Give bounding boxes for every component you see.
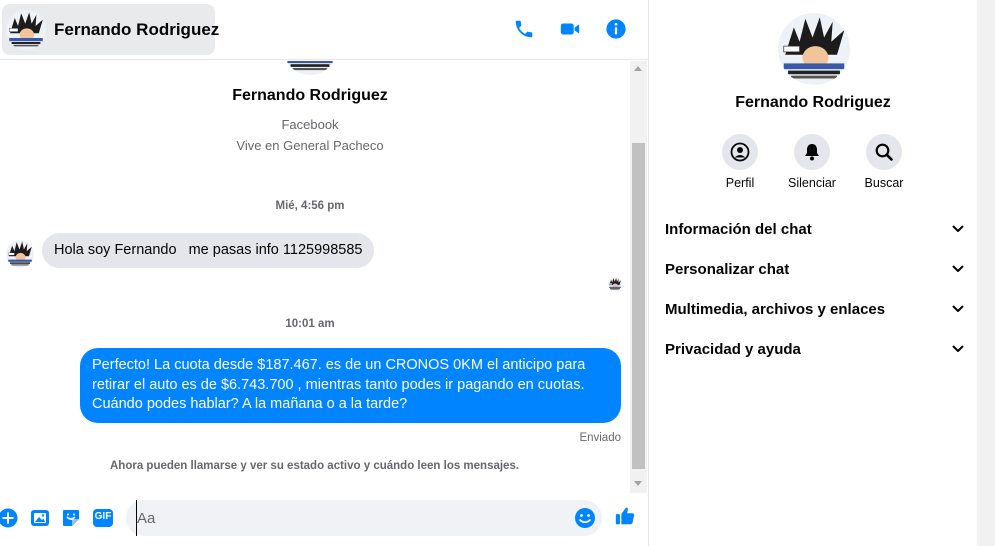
outgoing-message[interactable]: Perfecto! La cuota desde $187.467. es de… xyxy=(80,348,621,423)
intro-avatar xyxy=(283,61,337,75)
action-label: Silenciar xyxy=(788,176,836,190)
contact-chip[interactable]: Fernando Rodriguez xyxy=(2,4,219,55)
profile-icon[interactable] xyxy=(722,134,758,170)
plus-icon[interactable] xyxy=(0,507,19,529)
profile-name: Fernando Rodriguez xyxy=(735,94,891,111)
timestamp: 10:01 am xyxy=(285,318,335,330)
message-input[interactable] xyxy=(136,500,566,536)
incoming-message-row: Hola soy Fernando me pasas info 11259985… xyxy=(6,233,375,268)
header-actions xyxy=(512,16,628,42)
section-customize-chat[interactable]: Personalizar chat xyxy=(665,254,965,284)
action-mute[interactable]: Silenciar xyxy=(776,134,848,190)
chat-header: Fernando Rodriguez xyxy=(0,0,648,60)
timestamp: Mié, 4:56 pm xyxy=(275,200,345,212)
sender-avatar[interactable] xyxy=(6,240,34,268)
contact-name: Fernando Rodriguez xyxy=(54,19,220,39)
intro-name: Fernando Rodriguez xyxy=(232,87,388,104)
section-privacy-help[interactable]: Privacidad y ayuda xyxy=(665,334,965,364)
section-media-files[interactable]: Multimedia, archivos y enlaces xyxy=(665,294,965,324)
photo-icon[interactable] xyxy=(29,507,51,529)
chevron-down-icon xyxy=(952,345,964,352)
action-label: Buscar xyxy=(864,176,904,190)
seen-indicator-avatar xyxy=(608,277,622,291)
scroll-down-icon[interactable] xyxy=(634,481,642,486)
search-icon[interactable] xyxy=(866,134,902,170)
system-notice: Ahora pueden llamarse y ver su estado ac… xyxy=(110,460,520,472)
like-icon[interactable] xyxy=(614,505,636,527)
panel-scrollbar[interactable] xyxy=(977,0,995,546)
action-profile[interactable]: Perfil xyxy=(704,134,776,190)
intro-network: Facebook xyxy=(281,117,339,132)
message-list[interactable]: Fernando Rodriguez Facebook Vive en Gene… xyxy=(0,61,630,493)
sticker-icon[interactable] xyxy=(60,507,82,529)
chevron-down-icon xyxy=(952,305,964,312)
emoji-icon[interactable] xyxy=(574,507,596,529)
scroll-up-icon[interactable] xyxy=(634,66,642,71)
chat-column: Fernando Rodriguez Fernando Rodriguez Fa… xyxy=(0,0,648,546)
section-chat-info[interactable]: Información del chat xyxy=(665,214,965,244)
bell-icon[interactable] xyxy=(794,134,830,170)
section-label: Personalizar chat xyxy=(665,260,790,278)
message-scrollbar[interactable] xyxy=(630,61,647,493)
incoming-message[interactable]: Hola soy Fernando me pasas info 11259985… xyxy=(42,233,375,268)
section-label: Multimedia, archivos y enlaces xyxy=(665,300,886,318)
sent-status: Enviado xyxy=(579,432,621,444)
scroll-thumb[interactable] xyxy=(632,143,645,469)
gif-label: GIF xyxy=(94,511,112,522)
message-input-wrap xyxy=(126,500,602,536)
info-panel: Fernando Rodriguez Perfil Silenciar Busc… xyxy=(649,0,977,546)
chevron-down-icon xyxy=(952,265,964,272)
video-icon[interactable] xyxy=(558,16,582,42)
profile-avatar[interactable] xyxy=(778,13,850,85)
action-search[interactable]: Buscar xyxy=(848,134,920,190)
action-label: Perfil xyxy=(725,176,755,190)
info-icon[interactable] xyxy=(604,16,628,42)
phone-icon[interactable] xyxy=(512,16,536,42)
composer: GIF xyxy=(0,493,648,546)
section-label: Privacidad y ayuda xyxy=(665,340,801,358)
section-label: Información del chat xyxy=(665,220,812,238)
intro-location: Vive en General Pacheco xyxy=(236,138,384,153)
avatar[interactable] xyxy=(6,10,46,50)
chevron-down-icon xyxy=(952,225,964,232)
gif-icon[interactable]: GIF xyxy=(92,507,114,529)
